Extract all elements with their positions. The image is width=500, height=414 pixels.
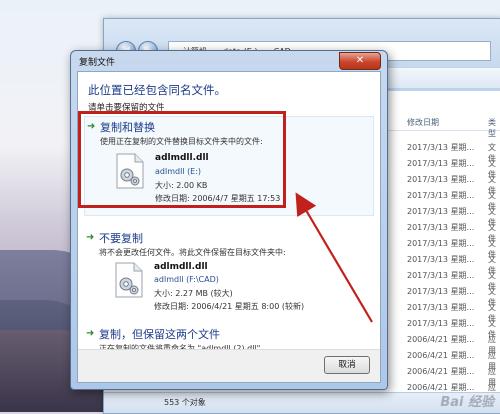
annotation-arrow-icon: [295, 192, 373, 323]
watermark: Bai 经验: [440, 395, 494, 410]
